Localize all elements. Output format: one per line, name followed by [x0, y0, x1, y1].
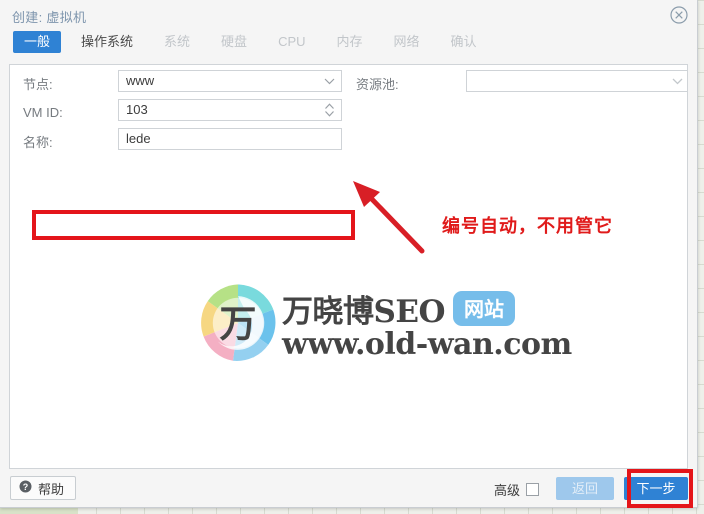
tab-disk: 硬盘: [221, 34, 248, 49]
annotation-note: 编号自动，不用管它: [442, 216, 613, 236]
tab-os[interactable]: 操作系统: [70, 31, 144, 53]
wizard-tabbar: 一般 操作系统 系统 硬盘 CPU 内存 网络 确认: [0, 31, 697, 64]
wan-swirl-logo-icon: 万: [201, 284, 276, 361]
create-vm-dialog: 创建: 虚拟机 一般 操作系统 系统 硬盘 CPU 内存 网络 确认 节点: V…: [0, 0, 698, 508]
dialog-footer: ? 帮助 高级 返回 下一步: [0, 469, 697, 507]
tab-system: 系统: [164, 34, 191, 49]
pool-label: 资源池:: [356, 76, 399, 92]
node-select[interactable]: www: [118, 70, 342, 92]
next-button[interactable]: 下一步: [624, 477, 688, 500]
node-label: 节点:: [23, 76, 53, 92]
vmid-label-row: VM ID:: [23, 101, 63, 123]
tab-cpu: CPU: [278, 34, 306, 49]
tab-memory: 内存: [336, 34, 363, 49]
watermark-url: www.old-wan.com: [282, 327, 572, 362]
back-button: 返回: [556, 477, 614, 500]
help-button[interactable]: ? 帮助: [10, 476, 77, 500]
watermark-brand: 万晓博SEO: [282, 294, 446, 330]
chevron-down-icon[interactable]: [670, 71, 684, 91]
vmid-label: VM ID:: [23, 104, 63, 120]
pool-select[interactable]: [466, 70, 687, 92]
chevron-down-icon[interactable]: [322, 71, 336, 91]
vmid-value: 103: [126, 102, 148, 117]
name-label-row: 名称:: [23, 130, 53, 152]
pool-label-row: 资源池:: [356, 72, 399, 94]
spinner-updown-icon[interactable]: [322, 100, 336, 120]
advanced-toggle[interactable]: 高级: [494, 480, 539, 499]
svg-text:万: 万: [220, 301, 257, 345]
close-icon[interactable]: [669, 5, 689, 25]
watermark-badge: 网站: [453, 291, 516, 326]
advanced-label: 高级: [493, 483, 520, 498]
node-label-row: 节点:: [23, 72, 53, 94]
dialog-title: 创建: 虚拟机: [12, 10, 87, 25]
dialog-content: 节点: VM ID: 名称: www 103 lede 资源池: 万 万晓博SE…: [9, 64, 688, 469]
tab-network: 网络: [393, 34, 420, 49]
tab-confirm: 确认: [450, 34, 477, 49]
annotation-highlight-name-field: [32, 210, 355, 240]
watermark: 万 万晓博SEO 网站 www.old-wan.com: [196, 277, 572, 369]
name-input[interactable]: lede: [118, 128, 342, 150]
arrow-up-left-icon: [353, 181, 425, 254]
dialog-titlebar: 创建: 虚拟机: [0, 0, 697, 31]
name-label: 名称:: [23, 134, 53, 150]
vmid-input[interactable]: 103: [118, 99, 342, 121]
tab-general[interactable]: 一般: [13, 31, 62, 53]
svg-text:?: ?: [23, 482, 29, 492]
node-value: www: [126, 73, 155, 88]
name-value: lede: [126, 131, 151, 146]
watermark-brand-row: 万晓博SEO 网站: [282, 286, 516, 331]
help-button-label: 帮助: [38, 481, 65, 497]
question-circle-icon: ?: [19, 480, 32, 496]
advanced-checkbox[interactable]: [526, 483, 539, 496]
